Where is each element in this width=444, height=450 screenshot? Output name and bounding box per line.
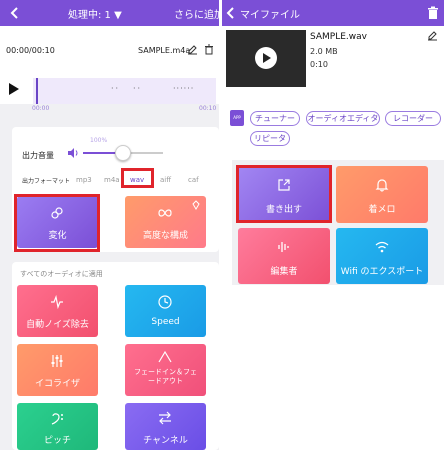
equalizer-tile[interactable]: イコライザ (17, 344, 98, 396)
waveform-marks: ······ (173, 84, 195, 93)
noise-removal-label: 自動ノイズ除去 (26, 320, 89, 330)
file-thumbnail[interactable] (226, 30, 306, 87)
advanced-config-label: 高度な構成 (142, 231, 188, 241)
wifi-export-tile[interactable]: Wifi のエクスポート (336, 228, 428, 284)
fade-tile[interactable]: フェードイン＆フェードアウト (125, 344, 206, 396)
speed-tile[interactable]: Speed (125, 285, 206, 337)
waveform-marks: ·· (133, 84, 143, 93)
file-size: 2.0 MB (310, 47, 338, 56)
volume-slider-thumb[interactable] (115, 145, 131, 161)
advanced-config-tile[interactable]: 高度な構成 (125, 196, 206, 248)
left-top-bar: 処理中: 1 ▼ さらに追加 (0, 0, 219, 26)
diamond-icon (192, 200, 200, 210)
trash-icon[interactable] (427, 6, 439, 20)
right-top-bar: マイファイル (222, 0, 444, 26)
edit-icon[interactable] (427, 30, 438, 41)
file-duration: 0:10 (310, 60, 328, 69)
play-icon[interactable] (8, 82, 20, 96)
format-option-mp3[interactable]: mp3 (76, 176, 92, 184)
processing-count-dropdown[interactable]: 処理中: 1 ▼ (68, 6, 122, 21)
speed-label: Speed (151, 317, 180, 327)
play-icon (263, 53, 271, 63)
wave-start-time: 00:00 (32, 105, 50, 112)
volume-label: 出力音量 (22, 151, 54, 160)
highlight-box-export (236, 165, 332, 223)
pitch-label: ピッチ (43, 436, 71, 446)
audio-bars-icon (278, 242, 289, 252)
page-title: マイファイル (240, 10, 300, 21)
back-icon[interactable] (224, 6, 238, 20)
ringtone-label: 着メロ (368, 205, 396, 215)
playback-time: 00:00/00:10 (6, 46, 55, 55)
format-option-caf[interactable]: caf (188, 176, 199, 184)
fade-label: フェードイン＆フェードアウト (134, 368, 197, 385)
file-name: SAMPLE.m4a (138, 46, 191, 55)
bell-icon (375, 179, 389, 192)
highlight-box-convert (14, 194, 100, 252)
channel-tile[interactable]: チャンネル (125, 403, 206, 450)
trash-icon[interactable] (204, 44, 214, 55)
file-info-area: 00:00/00:10 SAMPLE.m4a ·· ·· ······ 00:0… (0, 26, 219, 112)
waveform[interactable]: ·· ·· ······ (33, 78, 216, 104)
format-label: 出力フォーマット (22, 178, 71, 185)
infinity-icon (158, 209, 172, 217)
pitch-tile[interactable]: ピッチ (17, 403, 98, 450)
section-label: すべてのオーディオに適用 (20, 270, 103, 278)
left-screen: 処理中: 1 ▼ さらに追加 00:00/00:10 SAMPLE.m4a ··… (0, 0, 219, 450)
ringtone-tile[interactable]: 着メロ (336, 166, 428, 223)
wifi-export-label: Wifi のエクスポート (340, 267, 424, 277)
waveform-icon (51, 295, 63, 309)
wave-end-time: 00:10 (199, 105, 217, 112)
channel-label: チャンネル (143, 436, 188, 446)
chip-repeater[interactable]: リピータ (250, 131, 290, 146)
back-icon[interactable] (8, 6, 22, 20)
add-more-button[interactable]: さらに追加 (174, 6, 219, 21)
right-screen: マイファイル SAMPLE.wav 2.0 MB 0:10 APP チューナー … (222, 0, 444, 450)
bass-clef-icon (51, 413, 63, 425)
editor-label: 編集者 (270, 267, 298, 277)
format-option-m4a[interactable]: m4a (104, 176, 120, 184)
chip-audio-editor[interactable]: オーディオエディタ (306, 111, 380, 126)
volume-percent: 100% (90, 137, 108, 144)
thumbnail-play-button[interactable] (255, 47, 277, 69)
wifi-icon (375, 241, 389, 253)
app-badge: APP (230, 110, 244, 126)
edit-icon[interactable] (187, 44, 198, 55)
chip-recorder[interactable]: レコーダー (385, 111, 441, 126)
highlight-box-wav (121, 168, 154, 188)
noise-removal-tile[interactable]: 自動ノイズ除去 (17, 285, 98, 337)
channel-arrows-icon (159, 411, 171, 425)
format-option-aiff[interactable]: aiff (160, 176, 171, 184)
file-name: SAMPLE.wav (310, 32, 367, 42)
chip-tuner[interactable]: チューナー (250, 111, 300, 126)
equalizer-label: イコライザ (34, 379, 80, 389)
editor-tile[interactable]: 編集者 (238, 228, 330, 284)
volume-icon (68, 148, 78, 158)
playhead[interactable] (36, 78, 38, 104)
clock-icon (158, 295, 172, 309)
waveform-marks: ·· (111, 84, 121, 93)
equalizer-icon (51, 355, 63, 367)
fade-icon (158, 350, 172, 363)
